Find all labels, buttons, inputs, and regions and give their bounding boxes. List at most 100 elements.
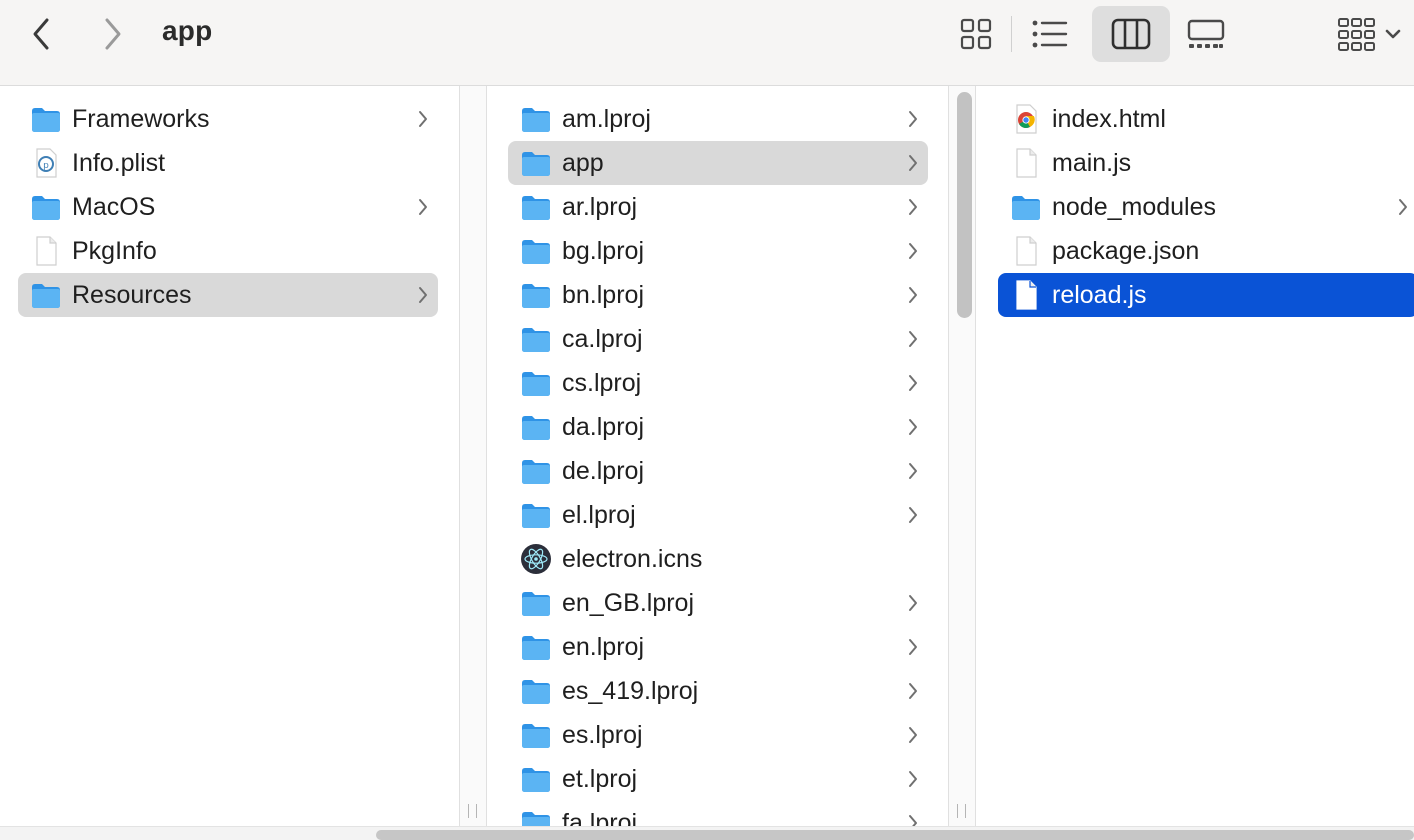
folder-icon: [520, 763, 552, 795]
back-button[interactable]: [24, 14, 58, 54]
folder-icon: [30, 279, 62, 311]
folder-icon: [520, 455, 552, 487]
gallery-view-button[interactable]: [1182, 12, 1230, 56]
chevron-left-icon: [33, 18, 49, 50]
folder-row-app[interactable]: app: [508, 141, 928, 185]
column-view-button[interactable]: [1092, 6, 1170, 62]
folder-icon: [1010, 191, 1042, 223]
forward-button[interactable]: [96, 14, 130, 54]
file-row-package-json[interactable]: package.json: [998, 229, 1414, 273]
folder-row-bg-lproj[interactable]: bg.lproj: [508, 229, 928, 273]
chevron-right-icon: [906, 372, 920, 394]
item-label: am.lproj: [562, 105, 651, 133]
chevron-right-icon: [906, 152, 920, 174]
folder-icon: [30, 103, 62, 135]
folder-row-da-lproj[interactable]: da.lproj: [508, 405, 928, 449]
chevron-right-icon: [416, 108, 430, 130]
folder-row-el-lproj[interactable]: el.lproj: [508, 493, 928, 537]
folder-row-resources[interactable]: Resources: [18, 273, 438, 317]
svg-text:p: p: [43, 161, 49, 171]
item-label: el.lproj: [562, 501, 636, 529]
item-label: da.lproj: [562, 413, 644, 441]
item-label: ca.lproj: [562, 325, 643, 353]
folder-row-en-lproj[interactable]: en.lproj: [508, 625, 928, 669]
chevron-right-icon: [906, 460, 920, 482]
toolbar-separator: [1011, 16, 1012, 52]
chevron-right-icon: [906, 504, 920, 526]
folder-row-en-gb-lproj[interactable]: en_GB.lproj: [508, 581, 928, 625]
grid-icon: [960, 18, 992, 50]
folder-row-macos[interactable]: MacOS: [18, 185, 438, 229]
file-row-index-html[interactable]: index.html: [998, 97, 1414, 141]
item-label: en.lproj: [562, 633, 644, 661]
chevron-right-icon: [1396, 196, 1410, 218]
folder-icon: [520, 191, 552, 223]
column-2-scrollbar[interactable]: [957, 92, 972, 318]
folder-icon: [520, 147, 552, 179]
item-label: fa.lproj: [562, 809, 638, 826]
icon-view-button[interactable]: [954, 12, 998, 56]
folder-icon: [520, 499, 552, 531]
list-icon: [1032, 20, 1068, 48]
chevron-right-icon: [105, 18, 121, 50]
chevron-right-icon: [906, 680, 920, 702]
folder-icon: [520, 103, 552, 135]
folder-row-es-lproj[interactable]: es.lproj: [508, 713, 928, 757]
group-by-button[interactable]: [1334, 12, 1410, 56]
item-label: node_modules: [1052, 193, 1217, 221]
item-label: en_GB.lproj: [562, 589, 695, 617]
folder-icon: [520, 631, 552, 663]
folder-row-de-lproj[interactable]: de.lproj: [508, 449, 928, 493]
item-label: de.lproj: [562, 457, 644, 485]
folder-row-am-lproj[interactable]: am.lproj: [508, 97, 928, 141]
file-row-electron-icns[interactable]: electron.icns: [508, 537, 928, 581]
item-label: Frameworks: [72, 105, 210, 133]
horizontal-scrollbar[interactable]: [376, 830, 1414, 840]
list-view-button[interactable]: [1028, 12, 1072, 56]
folder-row-ca-lproj[interactable]: ca.lproj: [508, 317, 928, 361]
column-divider-1[interactable]: [459, 86, 487, 826]
folder-icon: [520, 323, 552, 355]
item-label: es.lproj: [562, 721, 643, 749]
item-label: Info.plist: [72, 149, 166, 177]
chevron-right-icon: [906, 636, 920, 658]
folder-row-frameworks[interactable]: Frameworks: [18, 97, 438, 141]
document-icon: [30, 235, 62, 267]
file-row-reload-js[interactable]: reload.js: [998, 273, 1414, 317]
folder-row-et-lproj[interactable]: et.lproj: [508, 757, 928, 801]
column-3: index.html main.js node_modules package.…: [978, 86, 1414, 826]
chevron-right-icon: [906, 416, 920, 438]
document-icon: [1010, 279, 1042, 311]
folder-row-node-modules[interactable]: node_modules: [998, 185, 1414, 229]
chevron-right-icon: [906, 284, 920, 306]
chevron-right-icon: [906, 196, 920, 218]
folder-row-ar-lproj[interactable]: ar.lproj: [508, 185, 928, 229]
resize-grip-icon[interactable]: [468, 804, 477, 818]
file-row-main-js[interactable]: main.js: [998, 141, 1414, 185]
chevron-right-icon: [906, 108, 920, 130]
folder-row-fa-lproj[interactable]: fa.lproj: [508, 801, 928, 826]
folder-icon: [520, 719, 552, 751]
folder-row-bn-lproj[interactable]: bn.lproj: [508, 273, 928, 317]
resize-grip-icon[interactable]: [957, 804, 966, 818]
document-icon: [1010, 147, 1042, 179]
folder-icon: [520, 587, 552, 619]
chrome-html-icon: [1010, 103, 1042, 135]
column-1: Frameworks p Info.plist MacOS PkgInfo Re…: [0, 86, 458, 826]
chevron-right-icon: [906, 768, 920, 790]
plist-file-icon: p: [30, 147, 62, 179]
item-label: et.lproj: [562, 765, 638, 793]
folder-icon: [520, 807, 552, 826]
chevron-right-icon: [416, 284, 430, 306]
chevron-right-icon: [906, 592, 920, 614]
folder-row-cs-lproj[interactable]: cs.lproj: [508, 361, 928, 405]
document-icon: [1010, 235, 1042, 267]
chevron-right-icon: [416, 196, 430, 218]
file-row-info-plist[interactable]: p Info.plist: [18, 141, 438, 185]
item-label: ar.lproj: [562, 193, 638, 221]
folder-row-es-419-lproj[interactable]: es_419.lproj: [508, 669, 928, 713]
item-label: es_419.lproj: [562, 677, 699, 705]
folder-icon: [520, 235, 552, 267]
item-label: main.js: [1052, 149, 1132, 177]
file-row-pkginfo[interactable]: PkgInfo: [18, 229, 438, 273]
